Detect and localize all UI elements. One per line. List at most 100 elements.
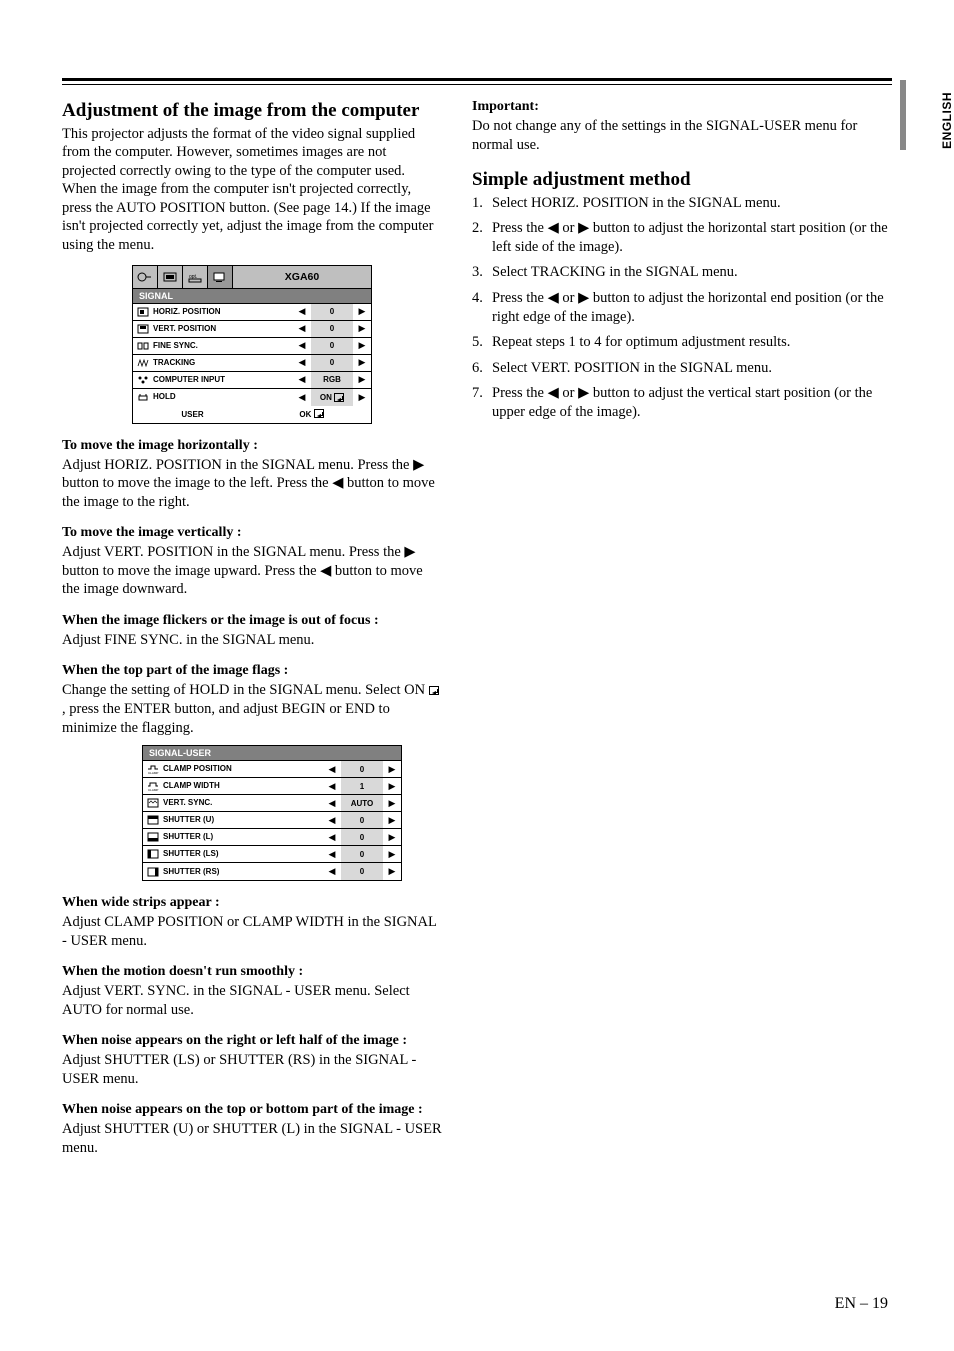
menu-row: SHUTTER (RS)◀0▶: [143, 863, 401, 880]
noise-tb-body: Adjust SHUTTER (U) or SHUTTER (L) in the…: [62, 1120, 442, 1157]
heading-move-horizontal: To move the image horizontally :: [62, 438, 442, 454]
row-value: ON: [311, 389, 353, 406]
arrow-right-icon: ▶: [383, 849, 401, 860]
row-label: CLAMP WIDTH: [163, 782, 323, 790]
heading-strips: When wide strips appear :: [62, 895, 442, 911]
noise-lr-body: Adjust SHUTTER (LS) or SHUTTER (RS) in t…: [62, 1051, 442, 1088]
heading-important: Important:: [472, 99, 892, 115]
heading-adjustment: Adjustment of the image from the compute…: [62, 99, 442, 123]
row-icon: CLAMP: [143, 764, 163, 774]
step-body: Press the ◀ or ▶ button to adjust the ho…: [492, 219, 892, 256]
row-label: VERT. SYNC.: [163, 799, 323, 807]
menu-row: TRACKING◀0▶: [133, 355, 371, 372]
step-body: Press the ◀ or ▶ button to adjust the ve…: [492, 384, 892, 421]
strips-body: Adjust CLAMP POSITION or CLAMP WIDTH in …: [62, 913, 442, 950]
menu-row: SHUTTER (U)◀0▶: [143, 812, 401, 829]
row-icon: [133, 392, 153, 402]
step-number: 4.: [472, 289, 492, 326]
rule-thin: [62, 84, 892, 85]
step-item: 7.Press the ◀ or ▶ button to adjust the …: [472, 384, 892, 421]
user-label: USER: [133, 410, 252, 419]
row-icon: [143, 832, 163, 842]
arrow-left-icon: ◀: [323, 798, 341, 809]
arrow-right-icon: ▶: [383, 764, 401, 775]
heading-noise-tb: When noise appears on the top or bottom …: [62, 1102, 442, 1118]
row-value: 0: [341, 829, 383, 845]
flicker-body: Adjust FINE SYNC. in the SIGNAL menu.: [62, 631, 442, 650]
step-number: 6.: [472, 359, 492, 378]
step-number: 3.: [472, 263, 492, 282]
menu-user-row: USER OK: [133, 406, 371, 423]
heading-flicker: When the image flickers or the image is …: [62, 613, 442, 629]
arrow-left-icon: ◀: [323, 764, 341, 775]
enter-icon: [334, 393, 344, 402]
step-number: 2.: [472, 219, 492, 256]
row-label: FINE SYNC.: [153, 342, 293, 350]
menu-row: CLAMPCLAMP POSITION◀0▶: [143, 761, 401, 778]
row-value: RGB: [311, 372, 353, 388]
row-value: 0: [311, 321, 353, 337]
arrow-right-icon: ▶: [383, 781, 401, 792]
menu-row: VERT. SYNC.◀AUTO▶: [143, 795, 401, 812]
heading-noise-lr: When noise appears on the right or left …: [62, 1033, 442, 1049]
row-label: SHUTTER (L): [163, 833, 323, 841]
arrow-right-icon: ▶: [353, 340, 371, 351]
step-body: Repeat steps 1 to 4 for optimum adjustme…: [492, 333, 892, 352]
menu-section-label: SIGNAL-USER: [143, 746, 401, 761]
row-value: 0: [311, 355, 353, 371]
step-number: 1.: [472, 194, 492, 213]
arrow-left-icon: ◀: [548, 220, 559, 236]
arrow-right-icon: ▶: [383, 815, 401, 826]
step-item: 5.Repeat steps 1 to 4 for optimum adjust…: [472, 333, 892, 352]
row-label: CLAMP POSITION: [163, 765, 323, 773]
step-number: 7.: [472, 384, 492, 421]
arrow-right-icon: ▶: [353, 357, 371, 368]
step-body: Select VERT. POSITION in the SIGNAL menu…: [492, 359, 892, 378]
step-item: 4.Press the ◀ or ▶ button to adjust the …: [472, 289, 892, 326]
step-body: Select TRACKING in the SIGNAL menu.: [492, 263, 892, 282]
step-item: 1.Select HORIZ. POSITION in the SIGNAL m…: [472, 194, 892, 213]
row-label: SHUTTER (LS): [163, 850, 323, 858]
arrow-left-icon: ◀: [293, 374, 311, 385]
step-item: 6.Select VERT. POSITION in the SIGNAL me…: [472, 359, 892, 378]
row-label: HOLD: [153, 393, 293, 401]
row-icon: [143, 798, 163, 808]
menu-tabs: opt. XGA60: [133, 266, 371, 289]
arrow-right-icon: ▶: [578, 385, 589, 401]
tab-icon-2: [158, 266, 183, 288]
menu-rows: HORIZ. POSITION◀0▶ VERT. POSITION◀0▶ FIN…: [133, 304, 371, 406]
arrow-left-icon: ◀: [293, 340, 311, 351]
arrow-left-icon: ◀: [323, 832, 341, 843]
row-icon: [143, 849, 163, 859]
arrow-left-icon: ◀: [293, 357, 311, 368]
row-icon: [133, 341, 153, 351]
heading-simple-adjustment: Simple adjustment method: [472, 168, 892, 192]
step-item: 3.Select TRACKING in the SIGNAL menu.: [472, 263, 892, 282]
arrow-left-icon: ◀: [548, 290, 559, 306]
arrow-right-icon: ▶: [353, 392, 371, 403]
row-label: SHUTTER (RS): [163, 868, 323, 876]
heading-move-vertical: To move the image vertically :: [62, 525, 442, 541]
page-number: EN – 19: [835, 1295, 888, 1313]
heading-motion: When the motion doesn't run smoothly :: [62, 964, 442, 980]
row-icon: CLAMP: [143, 781, 163, 791]
tab-icon-3: opt.: [183, 266, 208, 288]
step-number: 5.: [472, 333, 492, 352]
steps-list: 1.Select HORIZ. POSITION in the SIGNAL m…: [472, 194, 892, 421]
flags-body: Change the setting of HOLD in the SIGNAL…: [62, 681, 442, 737]
row-value: 0: [341, 846, 383, 862]
menu-row: VERT. POSITION◀0▶: [133, 321, 371, 338]
enter-icon: [429, 686, 439, 695]
menu-row: COMPUTER INPUT◀RGB▶: [133, 372, 371, 389]
row-value: 0: [341, 863, 383, 880]
row-label: COMPUTER INPUT: [153, 376, 293, 384]
side-bar: [900, 80, 906, 150]
move-vertical-body: Adjust VERT. POSITION in the SIGNAL menu…: [62, 543, 442, 599]
arrow-left-icon: ◀: [323, 815, 341, 826]
row-value: 1: [341, 778, 383, 794]
tab-icon-4-active: [208, 266, 233, 288]
arrow-right-icon: ▶: [383, 832, 401, 843]
arrow-right-icon: ▶: [353, 374, 371, 385]
signal-menu-table: opt. XGA60 SIGNAL HORIZ. POSITION◀0▶ VER…: [132, 265, 372, 424]
row-icon: [143, 867, 163, 877]
